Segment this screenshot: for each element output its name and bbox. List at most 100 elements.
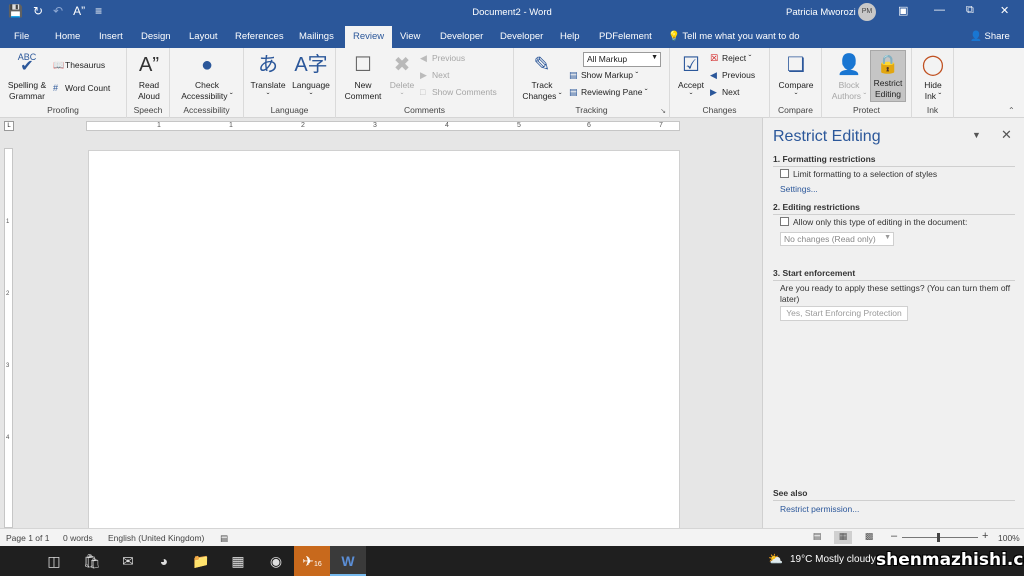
- zoom-in-icon[interactable]: +: [982, 530, 988, 542]
- page-count[interactable]: Page 1 of 1: [6, 533, 49, 543]
- read-aloud-button[interactable]: A” Read Aloud: [131, 52, 167, 102]
- macro-recording-icon[interactable]: ▤: [220, 533, 228, 544]
- horizontal-ruler-row: L 1 1 2 3 4 5 6 7: [0, 118, 762, 134]
- zoom-slider-thumb[interactable]: [937, 533, 940, 542]
- new-comment-button[interactable]: ☐ New Comment: [342, 52, 384, 102]
- compare-button[interactable]: ❏ Compare ˇ: [774, 52, 818, 102]
- print-layout-icon[interactable]: ▦: [834, 531, 852, 544]
- avatar[interactable]: PM: [858, 3, 876, 21]
- chrome-icon[interactable]: ◉: [258, 546, 294, 576]
- checkbox[interactable]: [780, 217, 789, 226]
- pane-close-icon[interactable]: ✕: [1001, 127, 1012, 143]
- start-enforcing-button[interactable]: Yes, Start Enforcing Protection: [780, 306, 908, 321]
- ruler-number: 1: [229, 122, 233, 129]
- dialog-launcher-icon[interactable]: ↘: [660, 107, 666, 115]
- word-icon[interactable]: W: [330, 546, 366, 576]
- zoom-out-icon[interactable]: –: [891, 530, 897, 542]
- accept-icon: ☑: [682, 54, 700, 76]
- close-icon[interactable]: ✕: [1000, 4, 1009, 17]
- vertical-ruler[interactable]: 1 2 3 4: [4, 148, 13, 528]
- tab-layout[interactable]: Layout: [189, 31, 218, 42]
- tab-mailings[interactable]: Mailings: [299, 31, 334, 42]
- next-change-button[interactable]: ▶ Next: [710, 87, 739, 98]
- accept-button[interactable]: ☑ Accept ˇ: [673, 52, 709, 102]
- title-bar: 💾 ↻ ↶ A” ≡ Document2 - Word Patricia Mwo…: [0, 0, 1024, 26]
- task-view-icon[interactable]: ◫: [36, 546, 72, 576]
- thesaurus-button[interactable]: 📖Thesaurus: [53, 60, 105, 71]
- ribbon-display-options-icon[interactable]: ▣: [898, 4, 908, 17]
- checkbox[interactable]: [780, 169, 789, 178]
- group-compare: ❏ Compare ˇ Compare: [770, 48, 822, 118]
- mail-app-icon[interactable]: ✈16: [294, 546, 330, 576]
- horizontal-ruler[interactable]: 1 1 2 3 4 5 6 7: [86, 121, 680, 131]
- show-markup-button[interactable]: ▤ Show Markup ˇ: [569, 70, 638, 81]
- delete-comment-button[interactable]: ✖ Delete ˇ: [386, 52, 418, 102]
- word-count[interactable]: 0 words: [63, 533, 93, 543]
- editing-type-select[interactable]: No changes (Read only) ▼: [780, 232, 894, 246]
- user-name[interactable]: Patricia Mworozi: [786, 7, 856, 18]
- reject-button[interactable]: ☒ Reject ˇ: [710, 53, 751, 64]
- store-icon[interactable]: 🛍: [74, 546, 110, 576]
- tab-pdfelement[interactable]: PDFelement: [599, 31, 652, 42]
- previous-comment-button[interactable]: ◀ Previous: [420, 53, 465, 64]
- allow-editing-checkbox[interactable]: Allow only this type of editing in the d…: [780, 217, 967, 227]
- group-label-speech: Speech: [133, 105, 163, 115]
- restrict-permission-link[interactable]: Restrict permission...: [780, 504, 859, 514]
- restrict-editing-button[interactable]: 🔒 Restrict Editing: [870, 50, 906, 102]
- tab-insert[interactable]: Insert: [99, 31, 123, 42]
- read-mode-icon[interactable]: ▤: [808, 531, 826, 544]
- tab-design[interactable]: Design: [141, 31, 171, 42]
- tab-selector[interactable]: L: [4, 121, 14, 131]
- tab-file[interactable]: File: [14, 31, 29, 42]
- spelling-grammar-button[interactable]: ABC ✔ Spelling & Grammar: [6, 52, 48, 102]
- spelling-check-icon: ABC ✔: [17, 52, 37, 75]
- file-explorer-icon[interactable]: 📁: [183, 546, 219, 576]
- tab-home[interactable]: Home: [55, 31, 80, 42]
- pane-options-icon[interactable]: ▼: [972, 130, 981, 140]
- tab-help[interactable]: Help: [560, 31, 580, 42]
- reviewing-pane-icon: ▤: [569, 87, 578, 97]
- group-label-changes: Changes: [702, 105, 737, 115]
- zoom-level[interactable]: 100%: [998, 533, 1020, 543]
- language-status[interactable]: English (United Kingdom): [108, 533, 204, 543]
- minimize-icon[interactable]: —: [934, 4, 945, 16]
- tab-view[interactable]: View: [400, 31, 420, 42]
- limit-formatting-checkbox[interactable]: Limit formatting to a selection of style…: [780, 169, 937, 179]
- restore-icon[interactable]: ⧉: [966, 4, 974, 17]
- group-tracking: ✎ Track Changes ˇ All Markup ▼ ▤ Show Mar…: [514, 48, 670, 118]
- edge-icon[interactable]: ◕: [146, 546, 182, 576]
- web-layout-icon[interactable]: ▩: [860, 531, 878, 544]
- thesaurus-icon: 📖: [53, 60, 65, 70]
- tab-references[interactable]: References: [235, 31, 284, 42]
- group-comments: ☐ New Comment ✖ Delete ˇ ◀ Previous ▶ Next …: [336, 48, 514, 118]
- reviewing-pane-button[interactable]: ▤ Reviewing Pane ˇ: [569, 87, 648, 98]
- tell-me-search[interactable]: 💡 Tell me what you want to do: [668, 31, 800, 42]
- group-label-protect: Protect: [853, 105, 880, 115]
- formatting-restrictions-heading: 1. Formatting restrictions: [773, 154, 1015, 167]
- tab-review[interactable]: Review: [345, 26, 393, 48]
- track-changes-button[interactable]: ✎ Track Changes ˇ: [519, 52, 565, 102]
- word-count-button[interactable]: # Word Count: [53, 83, 110, 93]
- mail-icon[interactable]: ✉: [110, 546, 146, 576]
- translate-button[interactable]: あ Translate ˇ: [249, 52, 287, 102]
- zoom-slider[interactable]: [902, 537, 978, 538]
- tab-developer[interactable]: Developer: [440, 31, 483, 42]
- show-comments-button[interactable]: □ Show Comments: [420, 87, 497, 97]
- ruler-number: 2: [301, 122, 305, 129]
- share-button[interactable]: 👤 Share: [970, 31, 1010, 42]
- previous-change-button[interactable]: ◀ Previous: [710, 70, 755, 81]
- tab-developer-2[interactable]: Developer: [500, 31, 543, 42]
- language-button[interactable]: A字 Language ˇ: [290, 52, 332, 102]
- settings-link[interactable]: Settings...: [780, 184, 818, 194]
- markup-display-select[interactable]: All Markup ▼: [583, 52, 661, 67]
- weather-status[interactable]: 19°C Mostly cloudy: [790, 554, 876, 565]
- collapse-ribbon-icon[interactable]: ⌃: [1008, 106, 1015, 115]
- check-accessibility-button[interactable]: ● Check Accessibility ˇ: [176, 52, 238, 102]
- document-page[interactable]: [88, 150, 680, 530]
- calculator-icon[interactable]: ▦: [220, 546, 256, 576]
- compare-icon: ❏: [787, 54, 805, 76]
- group-label-proofing: Proofing: [47, 105, 79, 115]
- hide-ink-button[interactable]: ◯ Hide Ink ˇ: [916, 52, 950, 102]
- next-comment-button[interactable]: ▶ Next: [420, 70, 449, 81]
- block-authors-button[interactable]: 👤 Block Authors ˇ: [830, 52, 868, 102]
